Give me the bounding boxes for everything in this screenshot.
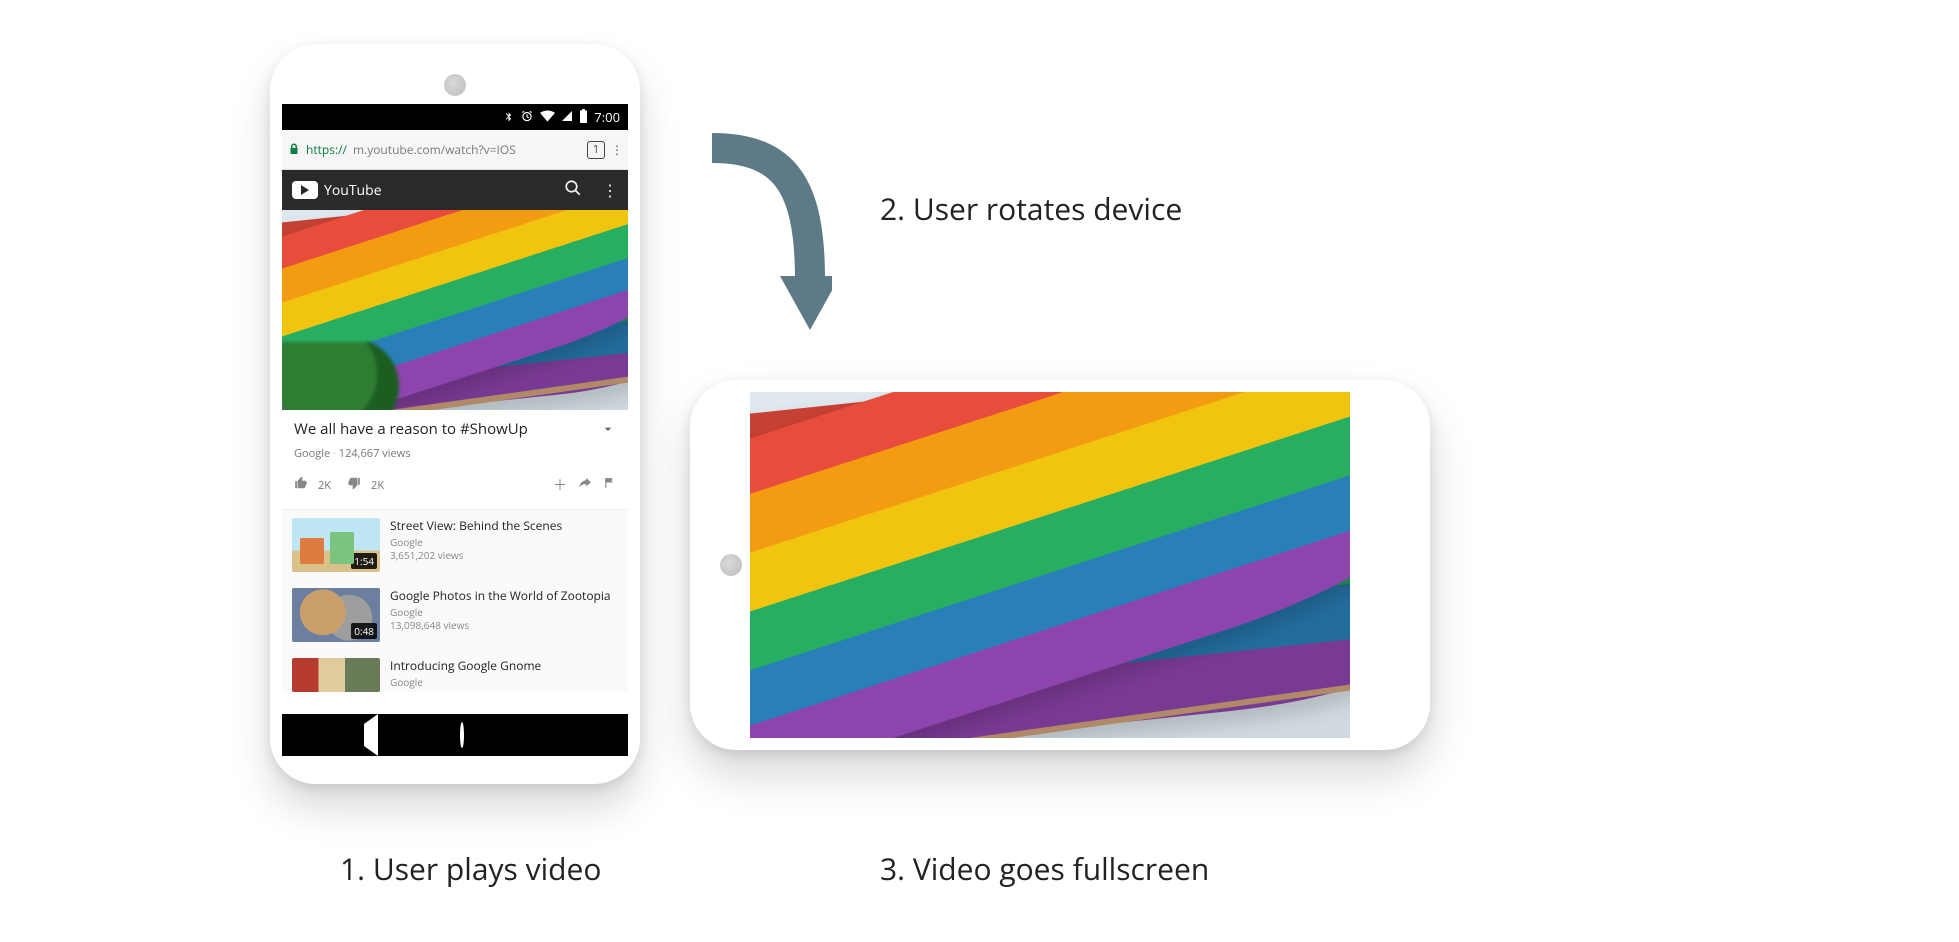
browser-omnibox[interactable]: https:// m.youtube.com/watch?v=IOS 1 ⋮ <box>282 130 628 170</box>
duration-badge: 1:54 <box>351 553 377 569</box>
phone-landscape-frame <box>690 380 1430 750</box>
tab-switcher-button[interactable]: 1 <box>587 141 605 159</box>
android-status-bar: 7:00 <box>282 104 628 130</box>
like-button[interactable] <box>294 476 308 495</box>
suggestion-title: Street View: Behind the Scenes <box>390 518 562 533</box>
search-icon[interactable] <box>564 179 582 202</box>
home-button[interactable] <box>460 724 464 746</box>
browser-menu-button[interactable]: ⋮ <box>611 141 622 158</box>
expand-description-button[interactable] <box>600 420 616 442</box>
flag-button[interactable] <box>603 476 616 495</box>
suggestion-title: Introducing Google Gnome <box>390 658 541 673</box>
cell-signal-icon <box>561 110 573 124</box>
video-title: We all have a reason to #ShowUp <box>294 420 600 440</box>
suggestion-channel: Google <box>390 605 423 619</box>
fullscreen-video[interactable] <box>750 392 1350 738</box>
dislike-count: 2K <box>371 478 384 493</box>
suggestion-title: Google Photos in the World of Zootopia <box>390 588 611 603</box>
suggestion-channel: Google <box>390 675 423 689</box>
earpiece <box>720 554 742 576</box>
video-info: We all have a reason to #ShowUp Google ·… <box>282 410 628 465</box>
share-button[interactable] <box>577 476 593 495</box>
back-button[interactable] <box>364 724 378 746</box>
dislike-button[interactable] <box>347 476 361 495</box>
url-scheme: https:// <box>306 141 347 158</box>
lock-icon <box>288 141 300 159</box>
android-nav-bar <box>282 714 628 756</box>
video-player[interactable] <box>282 210 628 410</box>
caption-step-1: 1. User plays video <box>340 848 601 889</box>
status-time: 7:00 <box>594 108 620 126</box>
youtube-wordmark: YouTube <box>324 181 382 200</box>
video-action-row: 2K 2K ＋ <box>282 465 628 510</box>
duration-badge: 0:48 <box>351 623 377 639</box>
wifi-icon <box>540 110 555 124</box>
youtube-header: YouTube ⋮ <box>282 170 628 210</box>
alarm-icon <box>520 109 534 125</box>
caption-step-3: 3. Video goes fullscreen <box>880 848 1209 889</box>
youtube-logo[interactable]: YouTube <box>292 181 382 200</box>
caption-step-2: 2. User rotates device <box>880 188 1182 229</box>
thumbnail: 1:54 <box>292 518 380 572</box>
like-count: 2K <box>318 478 331 493</box>
channel-name[interactable]: Google <box>294 446 330 461</box>
list-item[interactable]: 0:48 Google Photos in the World of Zooto… <box>282 580 628 650</box>
suggestion-views: 3,651,202 views <box>390 548 463 562</box>
suggestion-channel: Google <box>390 535 423 549</box>
add-to-button[interactable]: ＋ <box>553 475 567 495</box>
thumbnail: 0:48 <box>292 588 380 642</box>
list-item[interactable]: Introducing Google Gnome Google <box>282 650 628 692</box>
bluetooth-icon <box>503 109 514 125</box>
phone-portrait-frame: 7:00 https:// m.youtube.com/watch?v=IOS … <box>270 44 640 784</box>
suggested-videos: 1:54 Street View: Behind the Scenes Goog… <box>282 510 628 692</box>
thumbnail <box>292 658 380 692</box>
youtube-play-icon <box>292 181 318 199</box>
youtube-menu-icon[interactable]: ⋮ <box>602 179 618 201</box>
rotate-arrow <box>692 130 832 340</box>
view-count: 124,667 views <box>339 446 411 461</box>
battery-icon <box>579 109 588 125</box>
list-item[interactable]: 1:54 Street View: Behind the Scenes Goog… <box>282 510 628 580</box>
url-host-path: m.youtube.com/watch?v=IOS <box>353 141 581 158</box>
earpiece <box>444 74 466 96</box>
suggestion-views: 13,098,648 views <box>390 618 469 632</box>
